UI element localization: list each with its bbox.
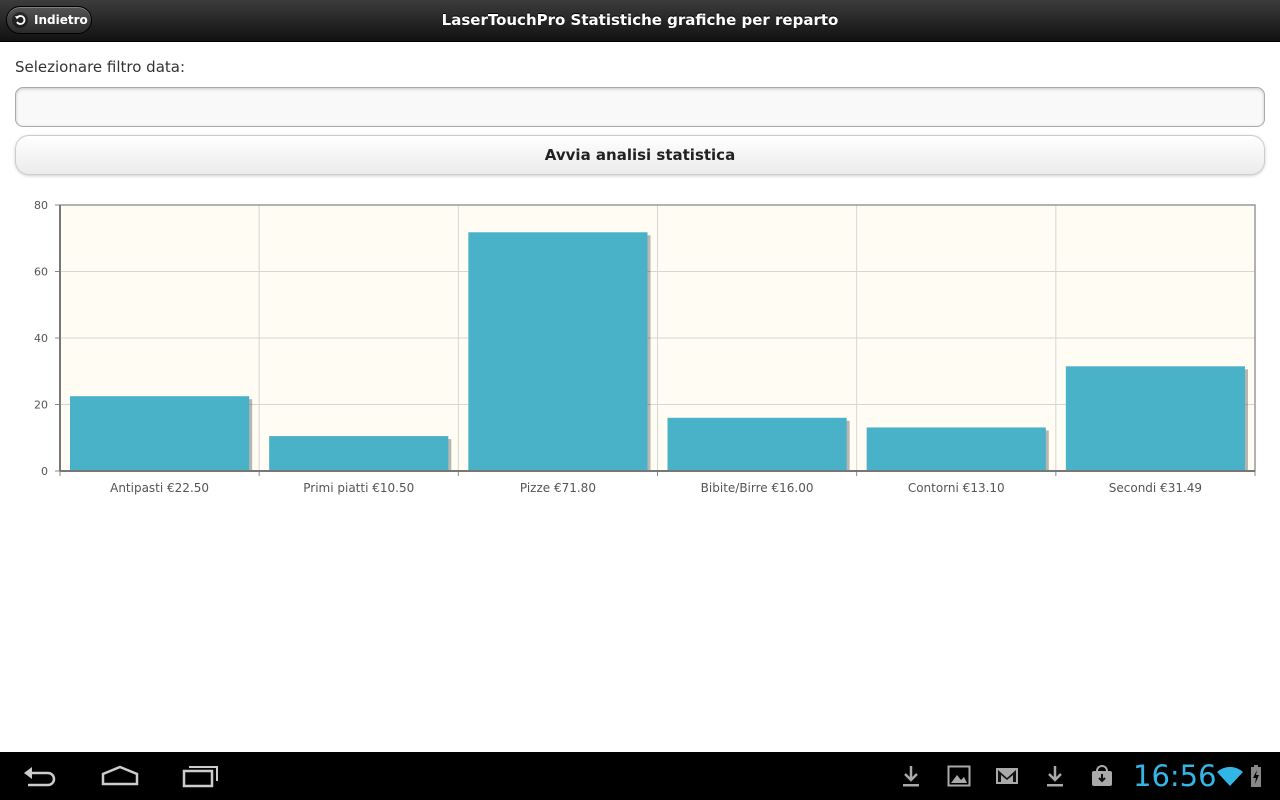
nav-home-button[interactable]: [90, 756, 150, 796]
department-bar-chart: 0 20 40 60 80 Antipasti €22.50 Primi piatti €1…: [0, 185, 1280, 515]
y-tick-label: 80: [34, 199, 48, 212]
date-filter-input[interactable]: [15, 87, 1265, 127]
y-tick-label: 20: [34, 399, 48, 412]
back-button[interactable]: Indietro: [6, 6, 92, 34]
image-icon[interactable]: [945, 762, 973, 790]
category-label: Antipasti €22.50: [110, 481, 209, 495]
download-icon[interactable]: [897, 762, 925, 790]
bar: [70, 396, 250, 471]
system-navigation-bar: 16:56: [0, 752, 1280, 800]
category-label: Secondi €31.49: [1109, 481, 1202, 495]
y-tick-label: 0: [41, 465, 48, 478]
y-tick-label: 40: [34, 332, 48, 345]
date-filter-label: Selezionare filtro data:: [15, 58, 186, 76]
battery-charging-icon: [1244, 762, 1268, 790]
store-icon[interactable]: [1088, 762, 1116, 790]
nav-home-icon: [101, 765, 139, 786]
bar: [1065, 366, 1245, 471]
back-button-label: Indietro: [34, 13, 88, 27]
bar: [866, 427, 1046, 471]
chart-canvas: 0 20 40 60 80 Antipasti €22.50 Primi piatti €1…: [34, 199, 1256, 495]
page-title: LaserTouchPro Statistiche grafiche per r…: [441, 11, 839, 29]
nav-back-button[interactable]: [10, 756, 70, 796]
wifi-icon: [1216, 762, 1244, 790]
bar: [269, 436, 449, 471]
bar: [468, 232, 648, 471]
category-label: Pizze €71.80: [520, 481, 596, 495]
download-icon[interactable]: [1041, 762, 1069, 790]
gmail-icon[interactable]: [993, 762, 1021, 790]
back-arrow-icon: [12, 12, 28, 28]
bar: [667, 417, 847, 471]
run-analysis-button[interactable]: Avvia analisi statistica: [15, 135, 1265, 175]
category-label: Bibite/Birre €16.00: [701, 481, 814, 495]
title-bar: Indietro LaserTouchPro Statistiche grafi…: [0, 0, 1280, 42]
y-tick-label: 60: [34, 266, 48, 279]
category-label: Primi piatti €10.50: [303, 481, 414, 495]
nav-back-icon: [24, 767, 56, 787]
category-label: Contorni €13.10: [908, 481, 1005, 495]
status-clock: 16:56: [1133, 759, 1217, 793]
nav-recent-apps-icon: [182, 766, 218, 788]
nav-recent-apps-button[interactable]: [170, 756, 230, 796]
